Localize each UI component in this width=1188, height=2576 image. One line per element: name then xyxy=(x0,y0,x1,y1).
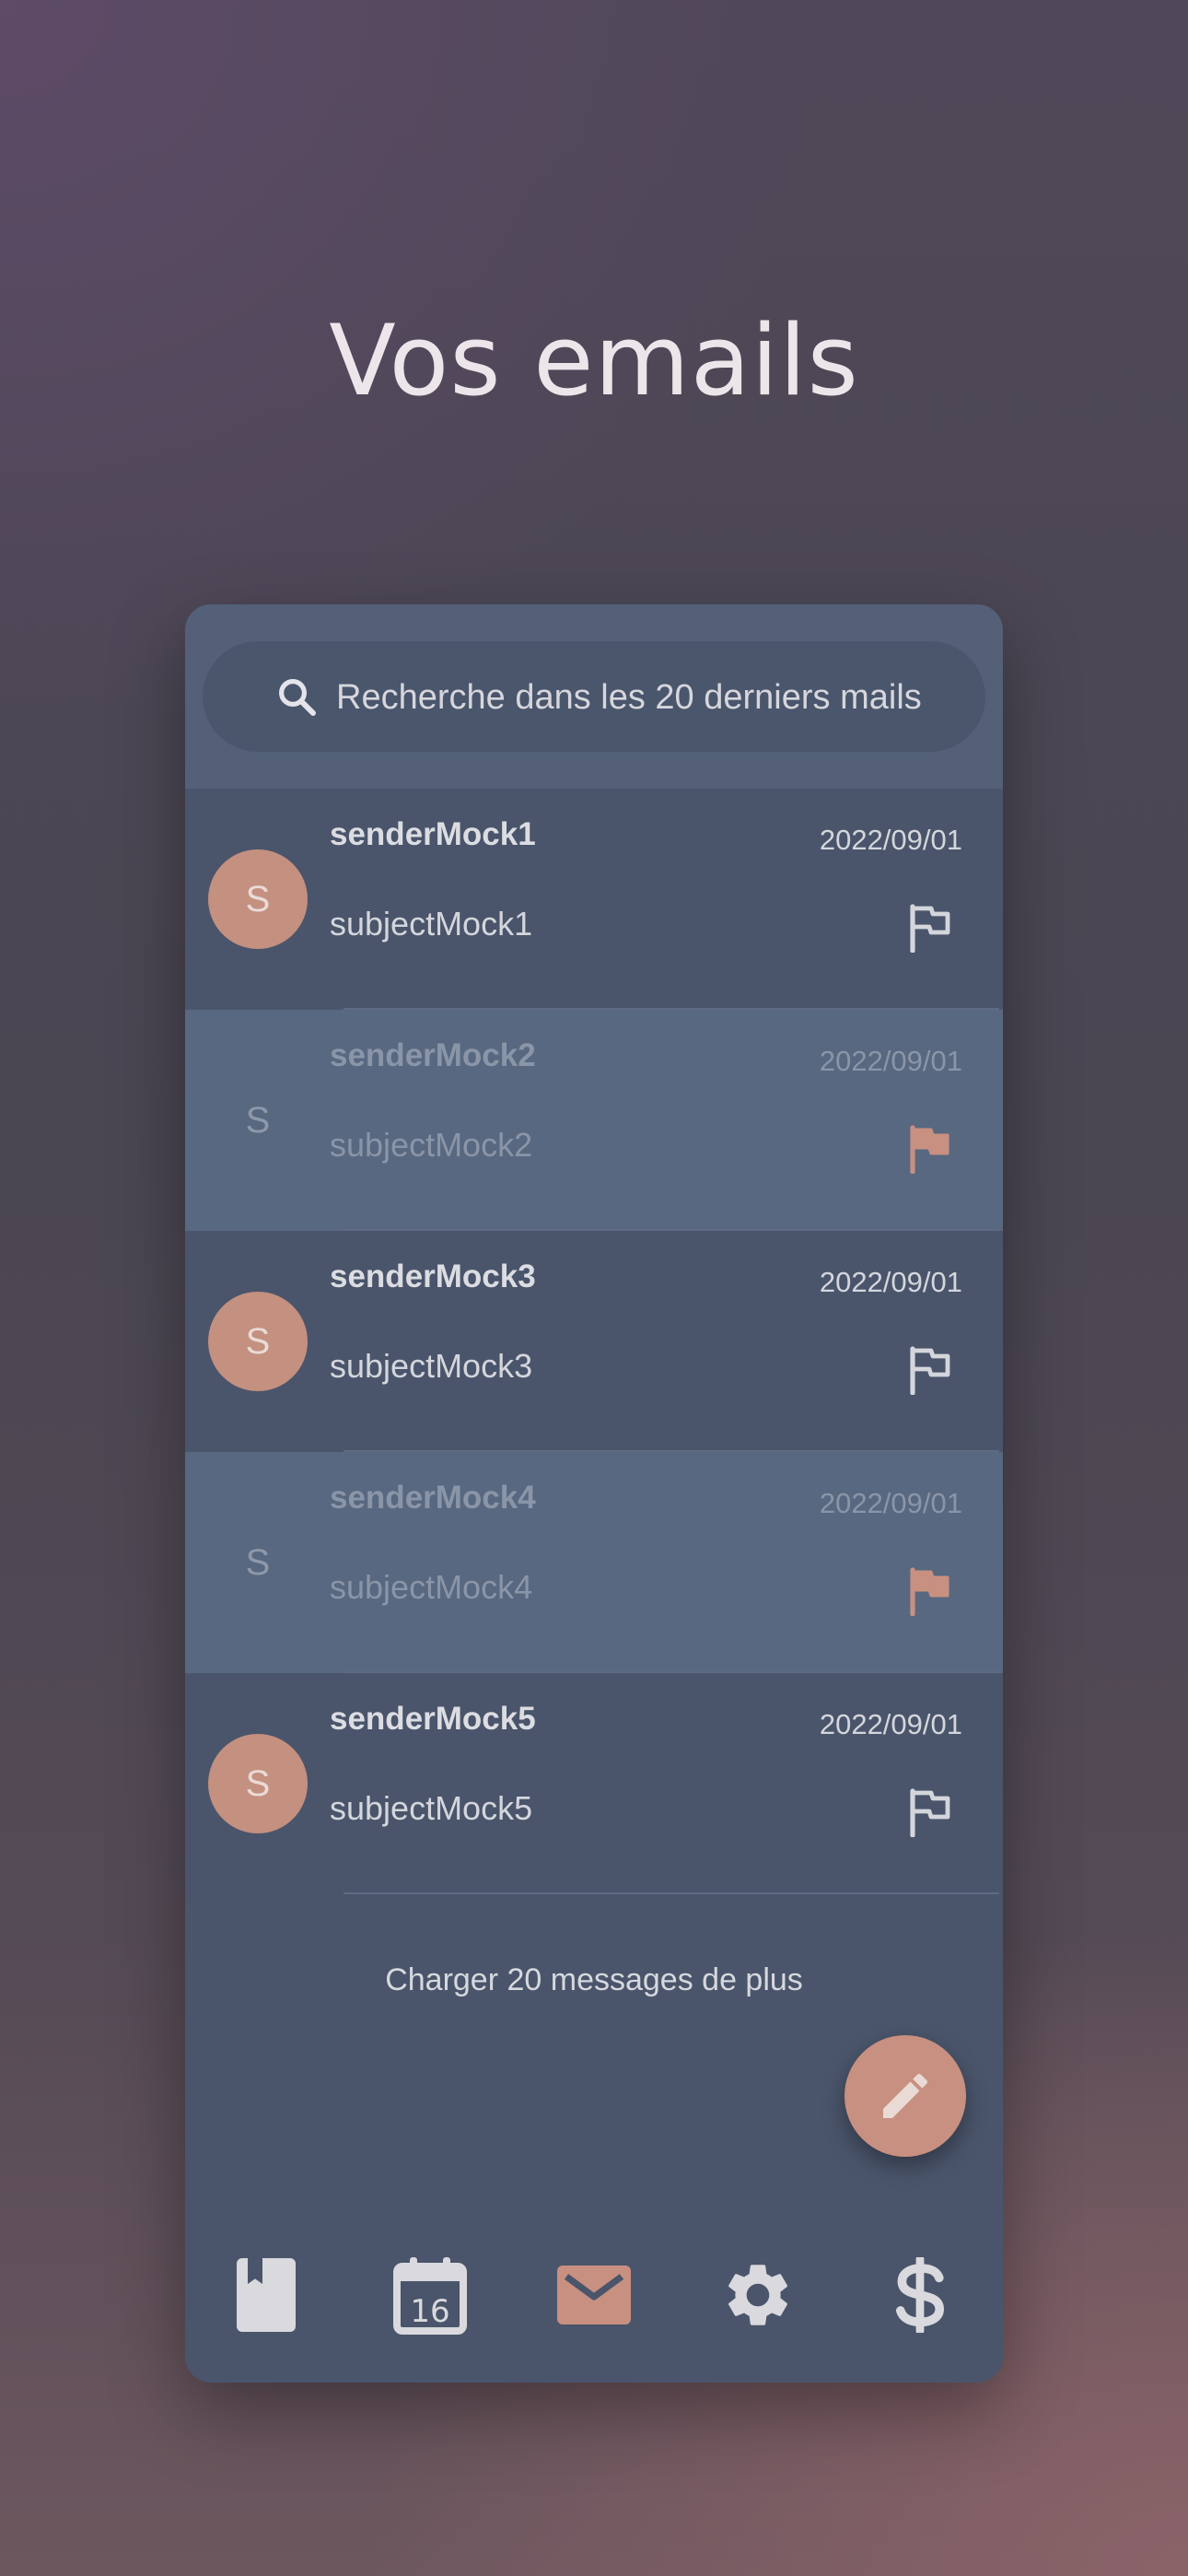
email-subject: subjectMock1 xyxy=(330,905,533,943)
sender-name: senderMock1 xyxy=(330,816,536,852)
dollar-icon xyxy=(896,2257,945,2333)
sender-avatar: S xyxy=(208,1292,308,1391)
email-row[interactable]: S senderMock1 2022/09/01 subjectMock1 xyxy=(185,789,1003,1010)
calendar-icon: 16 xyxy=(393,2257,467,2335)
email-subject: subjectMock3 xyxy=(330,1347,533,1385)
email-row[interactable]: S senderMock4 2022/09/01 subjectMock4 xyxy=(185,1452,1003,1673)
sender-avatar: S xyxy=(208,849,308,949)
search-icon xyxy=(279,679,316,716)
email-subject: subjectMock4 xyxy=(330,1568,533,1606)
row-divider xyxy=(344,1892,999,1894)
flag-outline-icon[interactable] xyxy=(907,903,953,953)
email-subject: subjectMock5 xyxy=(330,1789,533,1827)
sender-avatar: S xyxy=(208,1734,308,1833)
email-row[interactable]: S senderMock5 2022/09/01 subjectMock5 xyxy=(185,1673,1003,1894)
bottom-navigation: 16 xyxy=(185,2226,1003,2383)
mail-icon xyxy=(557,2266,631,2324)
nav-settings[interactable] xyxy=(716,2254,799,2336)
email-card: Recherche dans les 20 derniers mails S s… xyxy=(185,604,1003,2383)
search-placeholder: Recherche dans les 20 derniers mails xyxy=(336,678,922,717)
contact-book-icon xyxy=(237,2258,296,2332)
nav-contacts[interactable] xyxy=(225,2254,308,2336)
sender-name: senderMock2 xyxy=(330,1037,536,1073)
email-date: 2022/09/01 xyxy=(819,824,962,856)
nav-billing[interactable] xyxy=(879,2254,961,2336)
email-date: 2022/09/01 xyxy=(819,1266,962,1298)
flag-filled-icon[interactable] xyxy=(907,1124,953,1174)
email-date: 2022/09/01 xyxy=(819,1045,962,1077)
load-more-button[interactable]: Charger 20 messages de plus xyxy=(185,1962,1003,1998)
gear-icon xyxy=(728,2265,787,2325)
email-row[interactable]: S senderMock3 2022/09/01 subjectMock3 xyxy=(185,1231,1003,1452)
sender-name: senderMock3 xyxy=(330,1259,536,1294)
flag-filled-icon[interactable] xyxy=(907,1566,953,1616)
search-bar-area: Recherche dans les 20 derniers mails xyxy=(185,604,1003,789)
calendar-day-label: 16 xyxy=(410,2293,449,2330)
sender-avatar: S xyxy=(245,1099,271,1141)
email-row[interactable]: S senderMock2 2022/09/01 subjectMock2 xyxy=(185,1010,1003,1231)
email-date: 2022/09/01 xyxy=(819,1487,962,1519)
search-input[interactable]: Recherche dans les 20 derniers mails xyxy=(203,641,985,752)
page-title: Vos emails xyxy=(329,304,859,417)
email-date: 2022/09/01 xyxy=(819,1708,962,1740)
nav-mail[interactable] xyxy=(553,2254,635,2336)
email-subject: subjectMock2 xyxy=(330,1126,533,1164)
compose-button[interactable] xyxy=(844,2035,966,2157)
flag-outline-icon[interactable] xyxy=(907,1787,953,1837)
pencil-icon xyxy=(883,2073,927,2118)
sender-name: senderMock5 xyxy=(330,1701,536,1737)
flag-outline-icon[interactable] xyxy=(907,1345,953,1395)
nav-calendar[interactable]: 16 xyxy=(389,2254,472,2336)
sender-avatar: S xyxy=(245,1541,271,1583)
sender-name: senderMock4 xyxy=(330,1480,536,1516)
